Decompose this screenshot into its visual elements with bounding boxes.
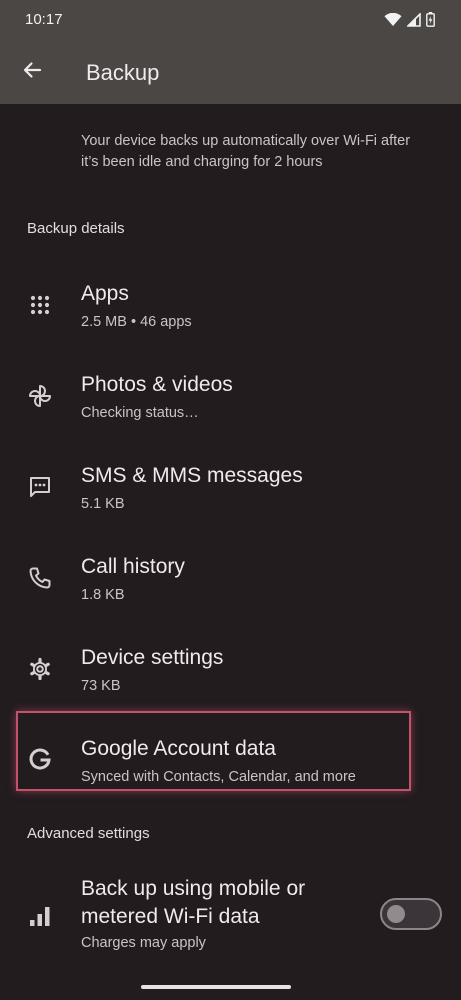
page-title: Backup: [86, 60, 160, 85]
backup-item-subtitle: Checking status…: [81, 405, 199, 421]
battery-charging-icon: [426, 12, 435, 32]
mobile-data-title: Back up using mobile or metered Wi-Fi da…: [81, 877, 306, 928]
backup-item-subtitle: Synced with Contacts, Calendar, and more: [81, 769, 356, 785]
arrow-back-icon: [22, 60, 42, 85]
backup-item-device-settings[interactable]: Device settings 73 KB: [0, 627, 461, 711]
backup-description: Your device backs up automatically over …: [81, 133, 411, 170]
wifi-icon: [384, 12, 402, 32]
backup-item-photos-videos[interactable]: Photos & videos Checking status…: [0, 354, 461, 438]
status-bar: 10:17: [0, 0, 461, 40]
gesture-nav-handle[interactable]: [141, 985, 291, 989]
backup-item-subtitle: 73 KB: [81, 678, 121, 694]
backup-item-subtitle: 1.8 KB: [81, 587, 125, 603]
google-g-icon: [26, 746, 54, 774]
backup-item-title: Device settings: [81, 646, 224, 669]
phone-icon: [26, 564, 54, 592]
backup-item-call-history[interactable]: Call history 1.8 KB: [0, 536, 461, 620]
back-button[interactable]: [14, 54, 50, 90]
mobile-data-subtitle: Charges may apply: [81, 935, 206, 951]
backup-item-title: Photos & videos: [81, 373, 233, 396]
apps-grid-icon: [26, 291, 54, 319]
backup-item-title: Call history: [81, 555, 185, 578]
section-header-backup-details: Backup details: [27, 220, 125, 237]
mobile-data-toggle[interactable]: [380, 898, 442, 930]
backup-item-title: Google Account data: [81, 737, 276, 760]
gear-icon: [26, 655, 54, 683]
pinwheel-icon: [26, 382, 54, 410]
signal-icon: [406, 11, 421, 32]
status-time: 10:17: [25, 11, 63, 28]
backup-item-google-account-data[interactable]: Google Account data Synced with Contacts…: [0, 718, 461, 802]
status-icons: [384, 11, 435, 32]
backup-item-subtitle: 5.1 KB: [81, 496, 125, 512]
backup-item-sms-mms[interactable]: SMS & MMS messages 5.1 KB: [0, 445, 461, 529]
mobile-data-backup-setting[interactable]: Back up using mobile or metered Wi-Fi da…: [0, 868, 461, 968]
section-header-advanced-settings: Advanced settings: [27, 825, 150, 842]
backup-item-subtitle: 2.5 MB • 46 apps: [81, 314, 192, 330]
backup-item-apps[interactable]: Apps 2.5 MB • 46 apps: [0, 263, 461, 347]
app-bar: Backup: [0, 40, 461, 104]
signal-bars-icon: [28, 904, 52, 928]
toggle-knob: [387, 905, 405, 923]
backup-item-title: Apps: [81, 282, 129, 305]
backup-item-title: SMS & MMS messages: [81, 464, 303, 487]
message-icon: [26, 473, 54, 501]
